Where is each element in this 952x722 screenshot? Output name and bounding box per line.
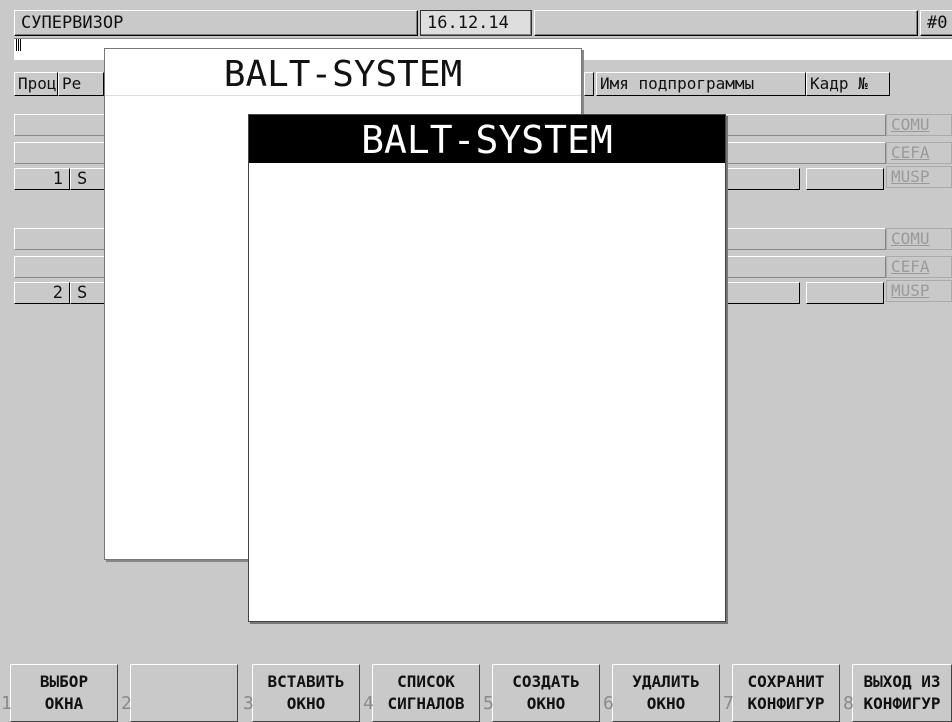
softkey-label: СПИСОК СИГНАЛОВ <box>387 672 465 713</box>
channel-id: #0 <box>920 10 952 36</box>
softkey-label: ВЫБОР ОКНА <box>39 672 89 713</box>
softkey-insert-window[interactable]: 3 ВСТАВИТЬ ОКНО <box>243 664 360 722</box>
softkey-create-window[interactable]: 5 СОЗДАТЬ ОКНО <box>483 664 600 722</box>
window-back-title: BALT-SYSTEM <box>105 55 581 96</box>
panel-2-signal-musp[interactable]: MUSP <box>886 280 952 302</box>
panel-1-signal-comu[interactable]: COMU <box>886 114 952 136</box>
window-front[interactable]: BALT-SYSTEM <box>248 114 726 622</box>
panel-2-signal-comu[interactable]: COMU <box>886 228 952 250</box>
softkey-label: ВСТАВИТЬ ОКНО <box>267 672 345 713</box>
panel-1-signal-musp[interactable]: MUSP <box>886 166 952 188</box>
app-title: СУПЕРВИЗОР <box>14 10 418 36</box>
softkey-exit-config[interactable]: 8 ВЫХОД ИЗ КОНФИГУР <box>843 664 952 722</box>
softkey-label: СОХРАНИТ КОНФИГУР <box>747 672 825 713</box>
panel-2-cell-b <box>806 282 884 304</box>
panel-2-cell-a <box>726 282 800 304</box>
panel-1-cell-b <box>806 168 884 190</box>
panel-2-signal-cefa[interactable]: CEFA <box>886 256 952 278</box>
softkey-label: УДАЛИТЬ ОКНО <box>632 672 700 713</box>
column-header-frame: Кадр № <box>806 72 890 96</box>
window-front-title: BALT-SYSTEM <box>249 115 725 163</box>
softkey-signal-list[interactable]: 4 СПИСОК СИГНАЛОВ <box>363 664 480 722</box>
column-header-subprogram: Имя подпрограммы <box>596 72 806 96</box>
softkey-select-window[interactable]: 1 ВЫБОР ОКНА <box>1 664 118 722</box>
top-header: СУПЕРВИЗОР 16.12.14 #0 <box>0 0 952 38</box>
date-display: 16.12.14 <box>420 10 532 36</box>
column-header-separator <box>584 72 594 96</box>
panel-1-cell-a <box>726 168 800 190</box>
panel-2-number[interactable]: 2 <box>14 282 70 304</box>
softkey-save-config[interactable]: 7 СОХРАНИТ КОНФИГУР <box>723 664 840 722</box>
softkey-label: ВЫХОД ИЗ КОНФИГУР <box>863 672 941 713</box>
softkey-bar: 1 ВЫБОР ОКНА 2 3 ВСТАВИТЬ ОКНО 4 СПИСОК … <box>0 660 952 722</box>
column-header-re: Ре <box>58 72 104 96</box>
softkey-empty[interactable]: 2 <box>121 664 238 722</box>
softkey-number: 2 <box>121 693 132 714</box>
cursor-marker <box>16 39 22 51</box>
header-status-field <box>534 10 918 36</box>
panel-1-number[interactable]: 1 <box>14 168 70 190</box>
panel-1-signal-cefa[interactable]: CEFA <box>886 142 952 164</box>
column-header-proc: Проц <box>14 72 58 96</box>
softkey-delete-window[interactable]: 6 УДАЛИТЬ ОКНО <box>603 664 720 722</box>
softkey-label: СОЗДАТЬ ОКНО <box>512 672 580 713</box>
